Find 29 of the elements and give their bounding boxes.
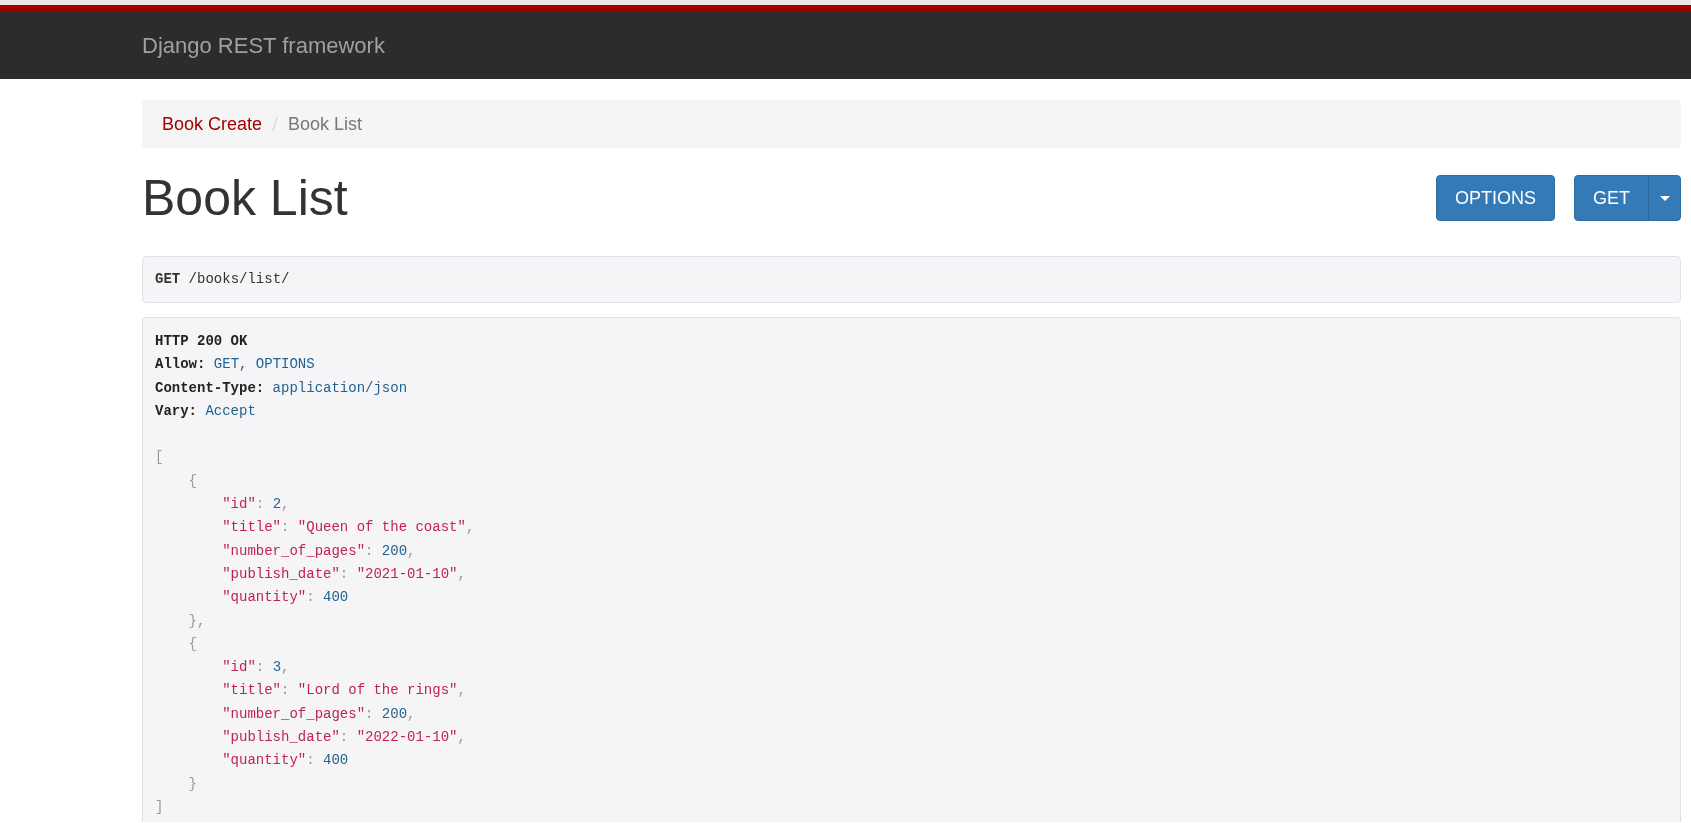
code-line: ] bbox=[155, 797, 164, 817]
options-button[interactable]: OPTIONS bbox=[1435, 175, 1555, 221]
breadcrumb-separator-icon bbox=[272, 116, 279, 132]
status-line: HTTP 200 OK bbox=[155, 332, 249, 351]
page-title: Book List bbox=[142, 173, 348, 223]
header-line: Allow: GET, OPTIONS bbox=[155, 355, 315, 375]
header-line: Vary: Accept bbox=[155, 401, 256, 421]
code-line: [ bbox=[155, 448, 164, 468]
caret-icon bbox=[1659, 195, 1670, 201]
code-line: } bbox=[187, 774, 197, 794]
header-line: Content-Type: application/json bbox=[155, 378, 408, 398]
code-line: { bbox=[187, 471, 197, 491]
code-line: "number_of_pages": 200, bbox=[221, 541, 416, 561]
code-line: { bbox=[187, 634, 197, 654]
code-line: "quantity": 400 bbox=[221, 588, 349, 608]
code-line: "title": "Queen of the coast", bbox=[221, 518, 475, 538]
code-line: "id": 3, bbox=[221, 658, 290, 678]
breadcrumb-link[interactable]: Book Create bbox=[162, 110, 263, 138]
current-page-label: Book List bbox=[288, 112, 363, 136]
code-line: "id": 2, bbox=[221, 495, 290, 515]
code-line: "quantity": 400 bbox=[221, 751, 349, 771]
dropdown-toggle[interactable] bbox=[1648, 176, 1680, 220]
code-line: }, bbox=[187, 611, 206, 631]
code-line: "publish_date": "2021-01-10", bbox=[221, 564, 466, 584]
code-line: "publish_date": "2022-01-10", bbox=[221, 728, 466, 748]
code-line: "title": "Lord of the rings", bbox=[221, 681, 466, 701]
request-line: GET /books/list/ bbox=[155, 270, 290, 289]
code-line: "number_of_pages": 200, bbox=[221, 704, 416, 724]
brand-link[interactable]: Django REST framework bbox=[142, 28, 385, 62]
